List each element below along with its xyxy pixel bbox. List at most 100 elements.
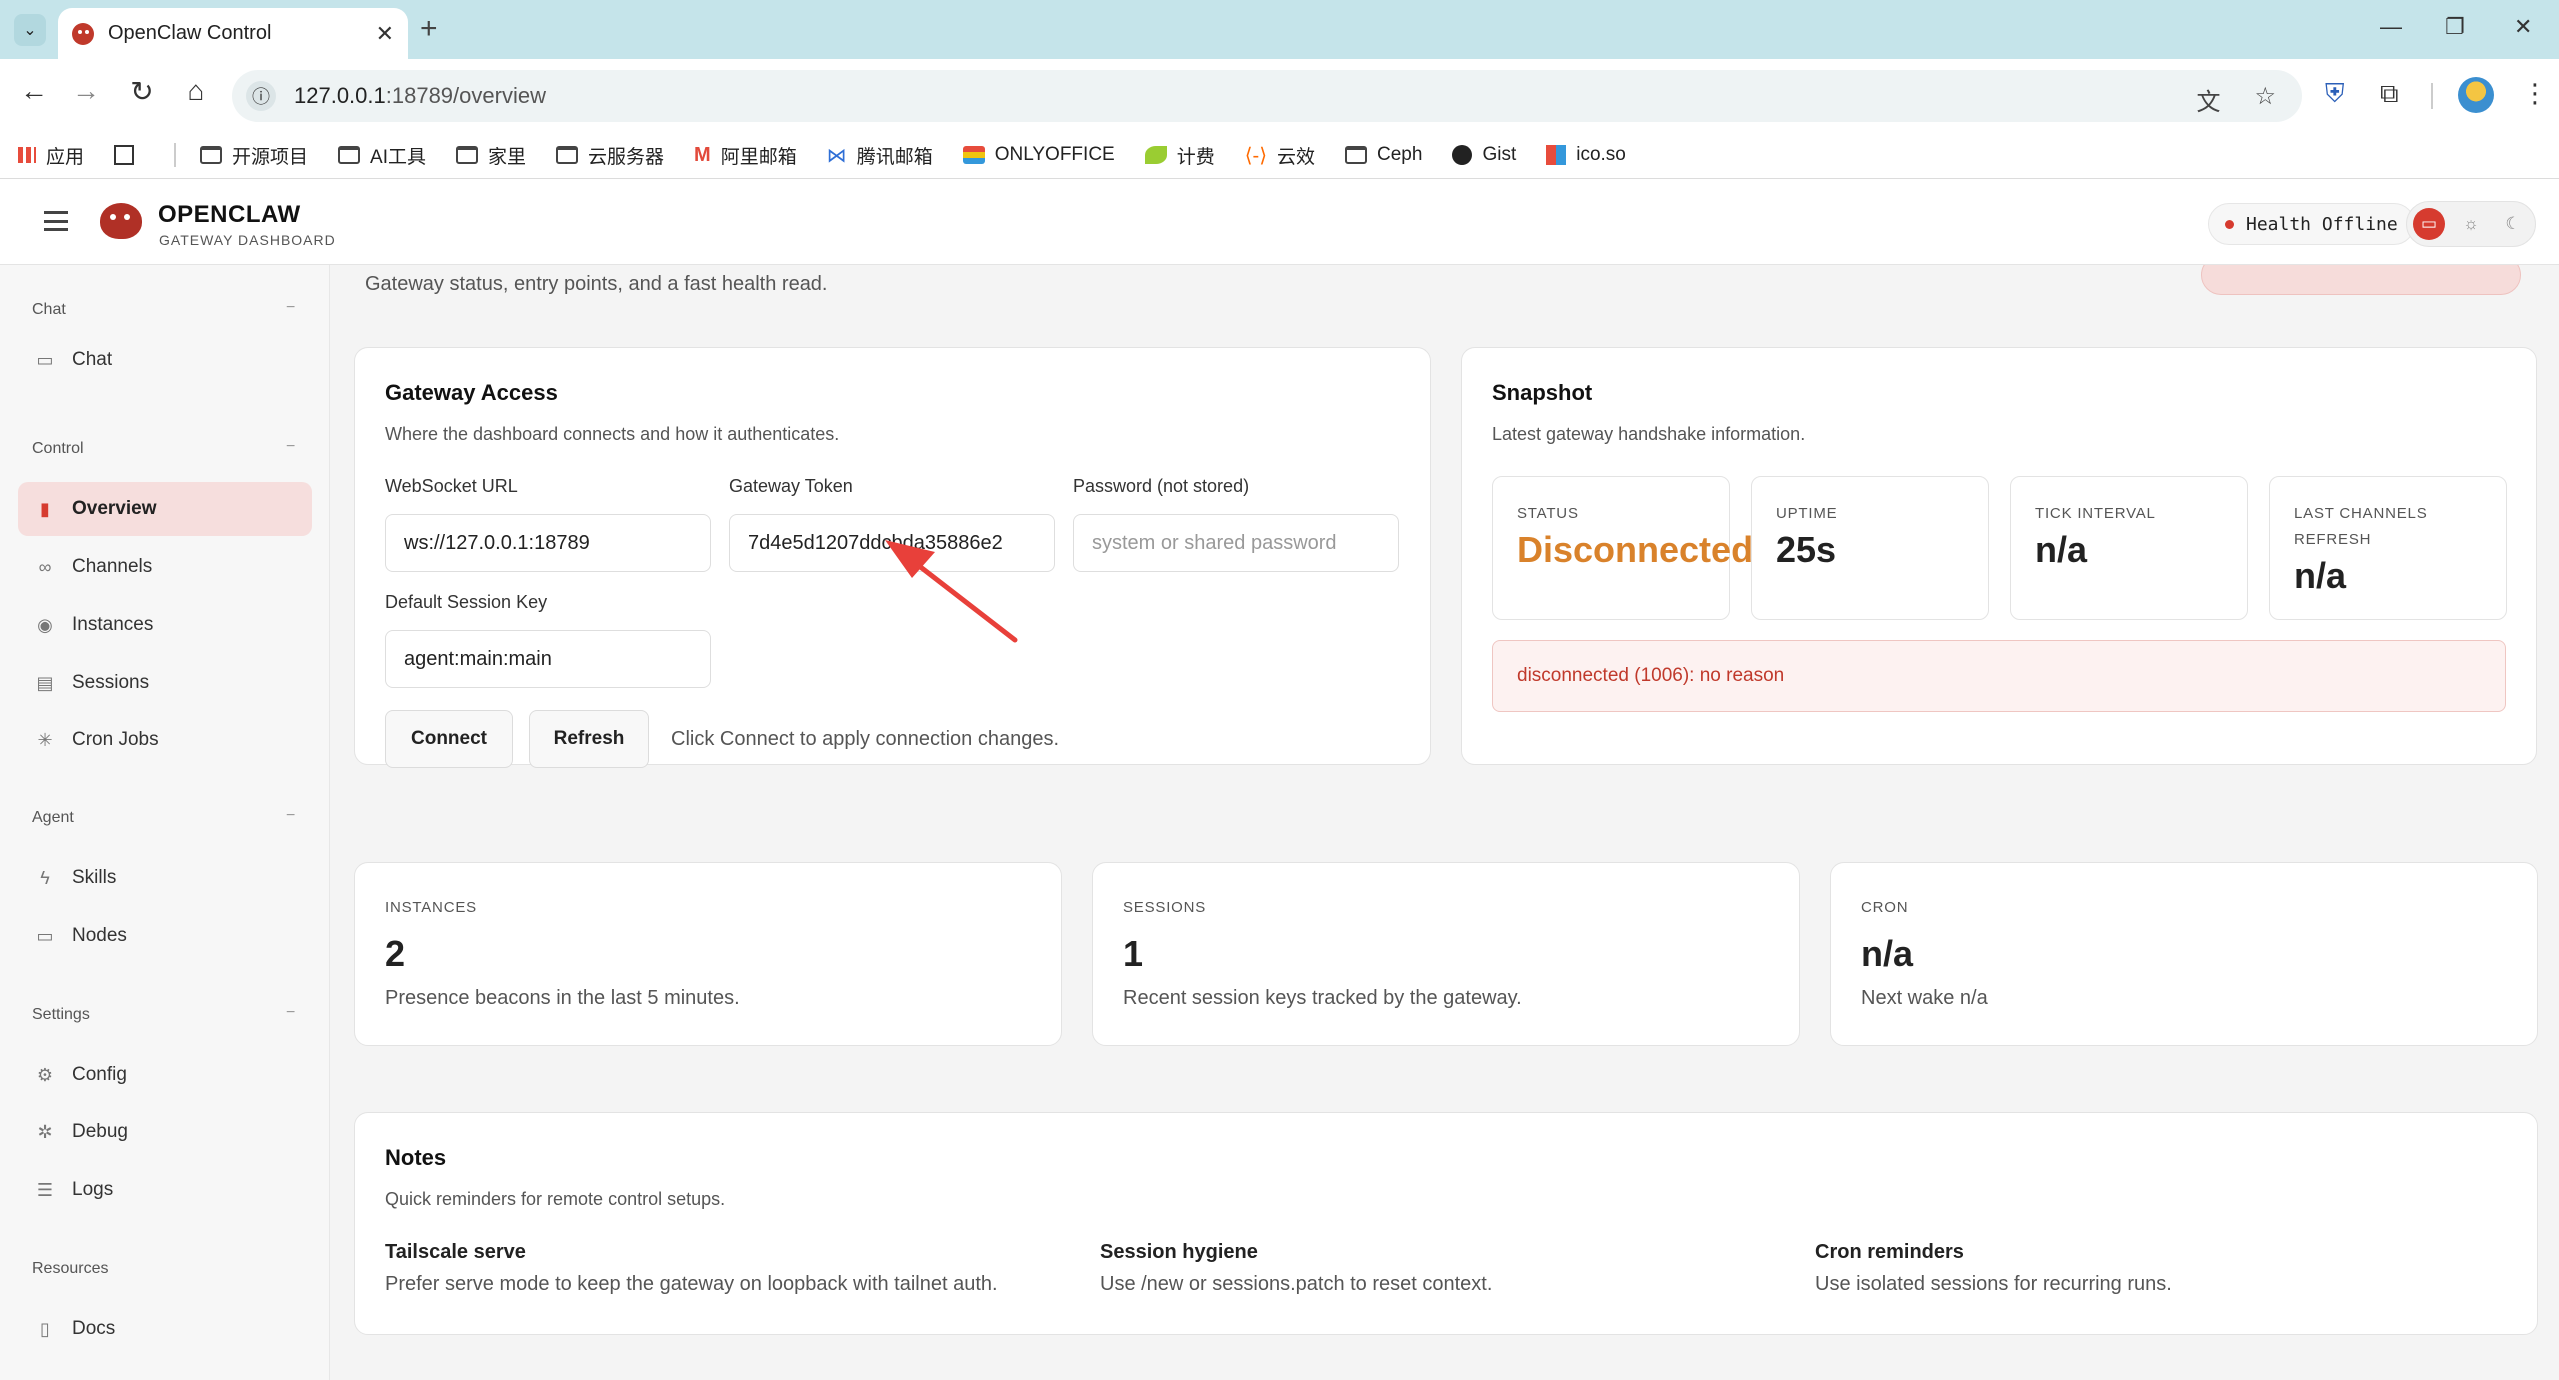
connection-status-pill — [2201, 265, 2521, 295]
folder-icon — [1345, 146, 1368, 164]
back-arrow-icon[interactable]: ← — [14, 75, 54, 107]
onlyoffice-icon — [962, 146, 985, 164]
bookmark-opensource[interactable]: 开源项目 — [200, 142, 308, 169]
collapse-chat-icon[interactable]: − — [286, 299, 295, 317]
sidebar-item-chat[interactable]: ▭ Chat — [18, 333, 312, 387]
metric-value: 1 — [1123, 933, 1144, 974]
stat-value: n/a — [2294, 555, 2347, 596]
loader-icon: ✳ — [37, 729, 53, 750]
main-content: Gateway status, entry points, and a fast… — [331, 265, 2559, 1380]
sidebar-item-nodes[interactable]: ▭ Nodes — [18, 909, 312, 963]
password-input[interactable] — [1073, 514, 1399, 572]
collapse-control-icon[interactable]: − — [286, 438, 295, 456]
session-key-input[interactable] — [385, 630, 711, 688]
toolbar-divider — [2431, 83, 2433, 109]
sidebar-item-sessions[interactable]: ▤ Sessions — [18, 656, 312, 710]
openclaw-logo — [100, 203, 142, 239]
connect-button[interactable]: Connect — [385, 710, 513, 768]
translate-icon[interactable]: 文 — [2196, 82, 2220, 117]
health-status-badge: Health Offline — [2208, 203, 2415, 245]
profile-avatar[interactable] — [2458, 77, 2494, 113]
collapse-agent-icon[interactable]: − — [286, 807, 295, 825]
bookmark-yunxiao[interactable]: ⟨-⟩ 云效 — [1245, 142, 1315, 169]
sidebar-item-logs[interactable]: ☰ Logs — [18, 1163, 312, 1217]
bookmark-icoso[interactable]: ico.so — [1546, 144, 1626, 166]
bitwarden-extension-icon[interactable]: ⛨ — [2325, 78, 2345, 110]
forward-arrow-icon[interactable]: → — [66, 75, 106, 107]
folder-icon — [455, 146, 478, 164]
bookmark-apps[interactable]: 应用 — [18, 142, 84, 169]
minimize-button[interactable]: — — [2380, 14, 2402, 40]
site-info-icon[interactable]: ⓘ — [246, 81, 276, 111]
ws-url-input[interactable] — [385, 514, 711, 572]
bookmark-onlyoffice[interactable]: ONLYOFFICE — [962, 144, 1115, 166]
url-text[interactable]: 127.0.0.1:18789/overview — [294, 83, 546, 109]
sidebar-item-channels[interactable]: ∞ Channels — [18, 540, 312, 594]
home-icon[interactable]: ⌂ — [176, 75, 216, 107]
folder-icon — [200, 146, 223, 164]
folder-icon — [338, 146, 361, 164]
system-theme-monitor-icon[interactable]: ▭ — [2413, 208, 2445, 240]
bookmark-billing[interactable]: 计费 — [1144, 142, 1215, 169]
sidebar-section-chat: Chat — [32, 301, 66, 318]
sidebar-item-skills[interactable]: ϟ Skills — [18, 851, 312, 905]
gateway-token-input[interactable] — [729, 514, 1055, 572]
restore-button[interactable]: ❐ — [2445, 14, 2465, 40]
sidebar-item-docs[interactable]: ▯ Docs — [18, 1302, 312, 1356]
browser-tab-bar: ⌄ OpenClaw Control ✕ + — ❐ ✕ — [0, 0, 2559, 59]
stat-label: TICK INTERVAL — [2035, 505, 2156, 522]
bookmark-gist[interactable]: Gist — [1452, 144, 1516, 166]
password-label: Password (not stored) — [1073, 476, 1250, 496]
sidebar-item-config[interactable]: ⚙ Config — [18, 1048, 312, 1102]
bookmark-cloud-server[interactable]: 云服务器 — [556, 142, 664, 169]
light-theme-sun-icon[interactable]: ☼ — [2455, 208, 2487, 240]
address-bar[interactable]: ⓘ 127.0.0.1:18789/overview 文 ☆ — [232, 70, 2302, 122]
bookmark-ai-tools[interactable]: AI工具 — [338, 142, 426, 169]
logs-icon: ☰ — [36, 1179, 54, 1200]
sidebar-item-instances[interactable]: ◉ Instances — [18, 598, 312, 652]
bookmark-divider — [174, 143, 177, 167]
bookmark-ceph[interactable]: Ceph — [1345, 144, 1422, 166]
browser-tab[interactable]: OpenClaw Control ✕ — [58, 8, 408, 59]
bookmark-tencent-mail[interactable]: ⋈ 腾讯邮箱 — [827, 142, 933, 169]
sessions-card: SESSIONS 1 Recent session keys tracked b… — [1092, 862, 1800, 1046]
sidebar-item-overview[interactable]: ▮ Overview — [18, 482, 312, 536]
reload-icon[interactable]: ↻ — [122, 75, 162, 108]
close-window-button[interactable]: ✕ — [2514, 14, 2532, 40]
note-title: Cron reminders — [1815, 1241, 1964, 1263]
bookmark-star-icon[interactable]: ☆ — [2254, 82, 2276, 117]
note-text: Prefer serve mode to keep the gateway on… — [385, 1273, 998, 1295]
stat-value: Disconnected — [1517, 529, 1754, 570]
extensions-puzzle-icon[interactable]: ⧉ — [2380, 78, 2399, 110]
sidebar-item-cron-jobs[interactable]: ✳ Cron Jobs — [18, 713, 312, 767]
stat-status: STATUS Disconnected — [1492, 476, 1753, 620]
sidebar: Chat − ▭ Chat Control − ▮ Overview ∞ Channe… — [0, 265, 330, 1380]
note-text: Use isolated sessions for recurring runs… — [1815, 1273, 2172, 1295]
dark-theme-moon-icon[interactable]: ☾ — [2497, 208, 2529, 240]
hamburger-menu-icon[interactable] — [44, 211, 68, 231]
more-menu-icon[interactable]: ⋮ — [2522, 78, 2548, 109]
collapse-settings-icon[interactable]: − — [286, 1004, 295, 1022]
bookmark-home[interactable]: 家里 — [455, 142, 526, 169]
metric-value: n/a — [1861, 933, 1914, 974]
sidebar-section-resources: Resources — [32, 1260, 109, 1277]
bookmark-tab-groups[interactable] — [114, 145, 144, 165]
stat-tick-interval: TICK INTERVAL n/a — [2010, 476, 2248, 620]
tab-close-icon[interactable]: ✕ — [376, 21, 394, 47]
metric-label: CRON — [1861, 899, 1909, 916]
instances-card: INSTANCES 2 Presence beacons in the last… — [354, 862, 1062, 1046]
refresh-button[interactable]: Refresh — [529, 710, 649, 768]
mail-icon: ⋈ — [826, 144, 847, 167]
stat-value: n/a — [2035, 529, 2088, 570]
note-text: Use /new or sessions.patch to reset cont… — [1100, 1273, 1493, 1295]
tab-search-dropdown[interactable]: ⌄ — [14, 14, 46, 46]
app-header: OPENCLAW GATEWAY DASHBOARD Health Offlin… — [0, 179, 2559, 265]
metric-description: Next wake n/a — [1861, 987, 1988, 1009]
book-icon: ▯ — [40, 1318, 50, 1339]
ws-url-label: WebSocket URL — [385, 476, 518, 496]
bookmark-ali-mail[interactable]: M 阿里邮箱 — [694, 142, 797, 169]
new-tab-button[interactable]: + — [420, 12, 438, 46]
stat-value: 25s — [1776, 529, 1837, 570]
sidebar-item-debug[interactable]: ✲ Debug — [18, 1105, 312, 1159]
snapshot-title: Snapshot — [1492, 380, 1593, 405]
